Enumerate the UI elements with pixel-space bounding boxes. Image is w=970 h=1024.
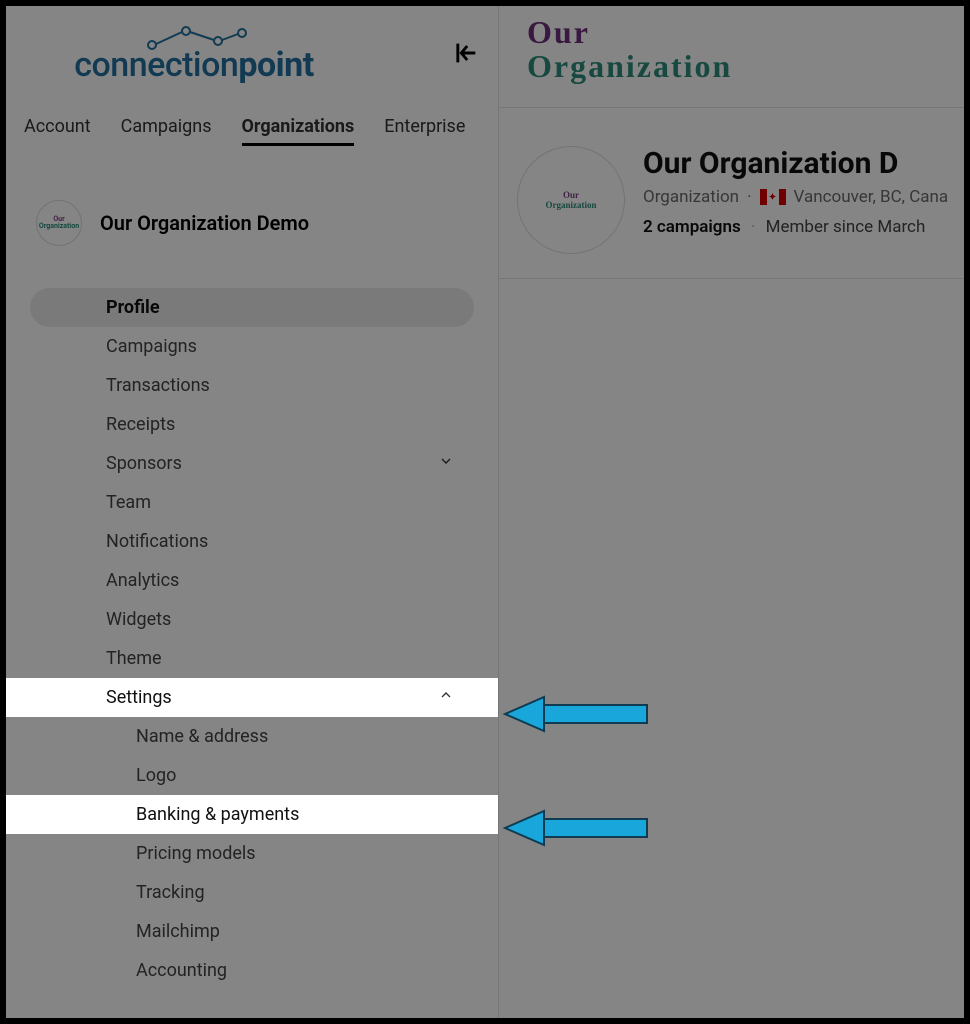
- tab-enterprise[interactable]: Enterprise: [384, 116, 465, 146]
- menu-profile[interactable]: Profile: [30, 288, 474, 327]
- submenu-label: Logo: [136, 765, 176, 786]
- menu-label: Profile: [106, 297, 160, 318]
- org-location: Vancouver, BC, Cana: [794, 187, 949, 207]
- current-org-row[interactable]: Our Organization Our Organization Demo: [6, 156, 498, 260]
- org-heading: Our Organization D: [643, 146, 948, 181]
- canada-flag-icon: ✦: [760, 189, 786, 205]
- submenu-label: Banking & payments: [136, 804, 299, 825]
- submenu-tracking[interactable]: Tracking: [6, 873, 498, 912]
- submenu-mailchimp[interactable]: Mailchimp: [6, 912, 498, 951]
- org-campaign-count: 2 campaigns: [643, 217, 741, 237]
- chevron-down-icon: [438, 453, 454, 474]
- submenu-name-address[interactable]: Name & address: [6, 717, 498, 756]
- menu-sponsors[interactable]: Sponsors: [6, 444, 498, 483]
- tab-organizations[interactable]: Organizations: [242, 116, 355, 146]
- sidebar: connectionpoint Account Campaigns Organi…: [6, 6, 498, 1018]
- menu-label: Widgets: [106, 609, 171, 630]
- menu-label: Team: [106, 492, 151, 513]
- menu-label: Analytics: [106, 570, 179, 591]
- menu-transactions[interactable]: Transactions: [6, 366, 498, 405]
- menu-theme[interactable]: Theme: [6, 639, 498, 678]
- menu-label: Sponsors: [106, 453, 182, 474]
- current-org-name: Our Organization Demo: [100, 211, 309, 235]
- submenu-label: Mailchimp: [136, 921, 220, 942]
- menu-label: Campaigns: [106, 336, 197, 357]
- submenu-accounting[interactable]: Accounting: [6, 951, 498, 990]
- menu-team[interactable]: Team: [6, 483, 498, 522]
- top-tabs: Account Campaigns Organizations Enterpri…: [6, 86, 498, 156]
- menu-campaigns[interactable]: Campaigns: [6, 327, 498, 366]
- tab-campaigns[interactable]: Campaigns: [121, 116, 212, 146]
- side-menu: Profile Campaigns Transactions Receipts …: [6, 260, 498, 990]
- org-type-label: Organization: [643, 187, 739, 207]
- submenu-label: Pricing models: [136, 843, 256, 864]
- menu-label: Settings: [106, 687, 172, 708]
- menu-settings[interactable]: Settings: [6, 678, 498, 717]
- menu-notifications[interactable]: Notifications: [6, 522, 498, 561]
- main-panel: Our Organization Our Organization Our Or…: [498, 6, 964, 1018]
- menu-label: Transactions: [106, 375, 210, 396]
- logo-text-1: connection: [74, 45, 238, 85]
- submenu-pricing-models[interactable]: Pricing models: [6, 834, 498, 873]
- tab-account[interactable]: Account: [24, 116, 91, 146]
- submenu-label: Name & address: [136, 726, 268, 747]
- org-wordmark: Our Organization: [527, 16, 964, 83]
- submenu-logo[interactable]: Logo: [6, 756, 498, 795]
- menu-widgets[interactable]: Widgets: [6, 600, 498, 639]
- collapse-sidebar-button[interactable]: [452, 39, 480, 71]
- menu-analytics[interactable]: Analytics: [6, 561, 498, 600]
- org-member-since: Member since March: [766, 217, 926, 237]
- submenu-label: Accounting: [136, 960, 227, 981]
- org-avatar-small: Our Organization: [36, 200, 82, 246]
- submenu-label: Tracking: [136, 882, 205, 903]
- logo-text-2: point: [238, 45, 313, 85]
- org-avatar: Our Organization: [517, 146, 625, 254]
- menu-label: Theme: [106, 648, 162, 669]
- menu-receipts[interactable]: Receipts: [6, 405, 498, 444]
- menu-label: Receipts: [106, 414, 175, 435]
- chevron-up-icon: [438, 687, 454, 708]
- app-logo: connectionpoint: [24, 25, 364, 85]
- submenu-banking-payments[interactable]: Banking & payments: [6, 795, 498, 834]
- menu-label: Notifications: [106, 531, 208, 552]
